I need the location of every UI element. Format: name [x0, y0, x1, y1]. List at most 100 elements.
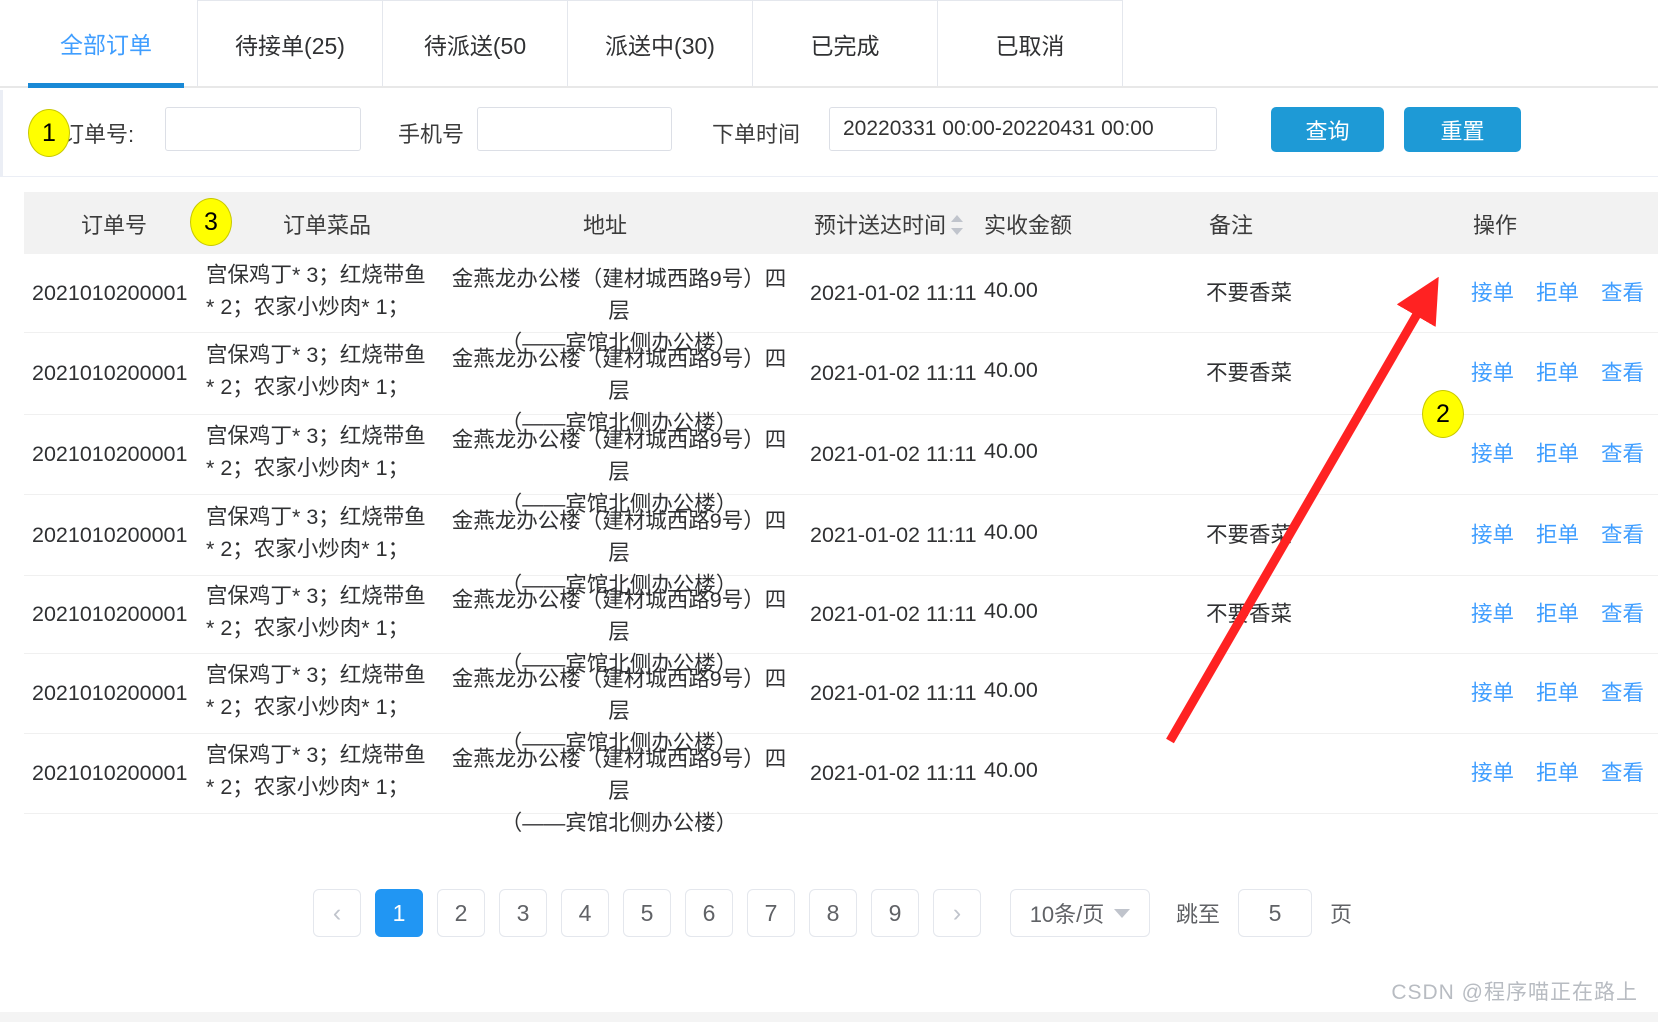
cell-eta: 2021-01-02 11:11 [810, 522, 977, 547]
cell-order-no: 2021010200001 [32, 361, 188, 385]
cell-amount: 40.00 [984, 599, 1038, 623]
reject-order-link[interactable]: 拒单 [1536, 523, 1579, 547]
annotation-badge-2: 2 [1422, 390, 1464, 438]
accept-order-link[interactable]: 接单 [1471, 681, 1514, 705]
tab-all-orders[interactable]: 全部订单 [14, 0, 198, 88]
cell-actions: 接单 拒单 查看 [1344, 519, 1644, 551]
cell-order-no: 2021010200001 [32, 761, 188, 785]
cell-actions: 接单 拒单 查看 [1344, 277, 1644, 309]
cell-remark: 不要香菜 [1205, 361, 1292, 385]
cell-remark: 不要香菜 [1205, 522, 1292, 547]
pagination-next-button[interactable]: › [932, 889, 981, 937]
cell-dishes: 宫保鸡丁* 3；红烧带鱼* 2；农家小炒肉* 1； [206, 584, 426, 640]
table-row: 2021010200001 宫保鸡丁* 3；红烧带鱼* 2；农家小炒肉* 1； 金燕… [24, 654, 1658, 755]
jump-to-unit: 页 [1330, 902, 1353, 927]
tab-label: 待派送(50 [423, 32, 527, 59]
sort-arrows-icon[interactable] [951, 214, 964, 236]
th-actions: 操作 [1473, 213, 1518, 238]
cell-amount: 40.00 [984, 358, 1038, 382]
order-no-input[interactable] [165, 107, 361, 151]
order-no-label: 订单号: [62, 122, 135, 147]
view-order-link[interactable]: 查看 [1601, 761, 1644, 785]
pagination-page-6[interactable]: 6 [684, 889, 733, 937]
view-order-link[interactable]: 查看 [1601, 602, 1644, 626]
table-row: 2021010200001 宫保鸡丁* 3；红烧带鱼* 2；农家小炒肉* 1； 金燕… [24, 415, 1658, 516]
pagination-page-9[interactable]: 9 [870, 889, 919, 937]
chevron-down-icon [1114, 908, 1131, 918]
tab-completed[interactable]: 已完成 [752, 0, 938, 86]
order-management-page: 全部订单 待接单(25) 待派送(50 派送中(30) 已完成 已取消 1 订单… [0, 0, 1658, 1022]
reject-order-link[interactable]: 拒单 [1536, 281, 1579, 305]
reject-order-link[interactable]: 拒单 [1536, 442, 1579, 466]
tab-delivering[interactable]: 派送中(30) [567, 0, 753, 86]
cell-order-no: 2021010200001 [32, 442, 188, 466]
cell-actions: 接单 拒单 查看 [1344, 357, 1644, 389]
cell-eta: 2021-01-02 11:11 [810, 681, 977, 705]
accept-order-link[interactable]: 接单 [1471, 442, 1514, 466]
tab-pending-dispatch[interactable]: 待派送(50 [382, 0, 568, 86]
accept-order-link[interactable]: 接单 [1471, 281, 1514, 305]
th-dishes: 订单菜品 [283, 213, 372, 238]
tab-label: 待接单(25) [235, 32, 345, 59]
pagination-page-5[interactable]: 5 [622, 889, 671, 937]
tab-pending-accept[interactable]: 待接单(25) [197, 0, 383, 86]
address-line-1: 金燕龙办公楼（建材城西路9号）四层 [451, 508, 787, 565]
accept-order-link[interactable]: 接单 [1471, 361, 1514, 385]
tab-label: 已取消 [995, 32, 1065, 59]
cell-dishes: 宫保鸡丁* 3；红烧带鱼* 2；农家小炒肉* 1； [206, 262, 426, 319]
cell-remark: 不要香菜 [1205, 602, 1292, 626]
query-button[interactable]: 查询 [1271, 107, 1384, 152]
cell-order-no: 2021010200001 [32, 602, 188, 626]
page-size-label: 10条/页 [1029, 902, 1105, 927]
cell-actions: 接单 拒单 查看 [1344, 677, 1644, 709]
reject-order-link[interactable]: 拒单 [1536, 681, 1579, 705]
view-order-link[interactable]: 查看 [1601, 681, 1644, 705]
jump-to-label: 跳至 [1175, 902, 1220, 927]
tab-cancelled[interactable]: 已取消 [937, 0, 1123, 86]
view-order-link[interactable]: 查看 [1601, 361, 1644, 385]
pagination-page-4[interactable]: 4 [560, 889, 609, 937]
order-time-label: 下单时间 [712, 122, 801, 147]
annotation-badge-1: 1 [28, 109, 70, 157]
table-row: 2021010200001 宫保鸡丁* 3；红烧带鱼* 2；农家小炒肉* 1； 金燕… [24, 734, 1658, 835]
th-amount: 实收金额 [984, 213, 1073, 238]
pagination-page-1[interactable]: 1 [374, 889, 423, 937]
jump-to-input[interactable] [1238, 889, 1312, 937]
bottom-strip [0, 1012, 1658, 1022]
phone-input[interactable] [477, 107, 672, 151]
address-line-1: 金燕龙办公楼（建材城西路9号）四层 [451, 266, 787, 323]
accept-order-link[interactable]: 接单 [1471, 602, 1514, 626]
th-eta[interactable]: 预计送达时间 [814, 208, 964, 240]
table-row: 2021010200001 宫保鸡丁* 3；红烧带鱼* 2；农家小炒肉* 1； 金燕… [24, 254, 1658, 355]
pagination-prev-button[interactable]: ‹ [312, 889, 361, 937]
pagination-page-8[interactable]: 8 [808, 889, 857, 937]
cell-dishes: 宫保鸡丁* 3；红烧带鱼* 2；农家小炒肉* 1； [206, 424, 426, 480]
cell-amount: 40.00 [984, 519, 1038, 544]
reject-order-link[interactable]: 拒单 [1536, 761, 1579, 785]
pagination-page-7[interactable]: 7 [746, 889, 795, 937]
view-order-link[interactable]: 查看 [1601, 442, 1644, 466]
order-time-range-input[interactable] [829, 107, 1217, 151]
accept-order-link[interactable]: 接单 [1471, 523, 1514, 547]
cell-actions: 接单 拒单 查看 [1344, 757, 1644, 789]
pagination-page-3[interactable]: 3 [498, 889, 547, 937]
view-order-link[interactable]: 查看 [1601, 523, 1644, 547]
table-row: 2021010200001 宫保鸡丁* 3；红烧带鱼* 2；农家小炒肉* 1； 金燕… [24, 495, 1658, 597]
cell-order-no: 2021010200001 [32, 681, 188, 705]
view-order-link[interactable]: 查看 [1601, 281, 1644, 305]
reject-order-link[interactable]: 拒单 [1536, 602, 1579, 626]
address-line-1: 金燕龙办公楼（建材城西路9号）四层 [451, 347, 787, 403]
reject-order-link[interactable]: 拒单 [1536, 361, 1579, 385]
cell-actions: 接单 拒单 查看 [1344, 438, 1644, 470]
cell-order-no: 2021010200001 [32, 280, 188, 305]
order-status-tabs: 全部订单 待接单(25) 待派送(50 派送中(30) 已完成 已取消 [0, 0, 1658, 88]
tab-label: 已完成 [810, 32, 880, 59]
phone-label: 手机号 [398, 122, 465, 147]
reset-button[interactable]: 重置 [1404, 107, 1521, 152]
pagination-page-2[interactable]: 2 [436, 889, 485, 937]
cell-dishes: 宫保鸡丁* 3；红烧带鱼* 2；农家小炒肉* 1； [206, 504, 426, 561]
accept-order-link[interactable]: 接单 [1471, 761, 1514, 785]
cell-amount: 40.00 [984, 678, 1038, 702]
cell-remark: 不要香菜 [1205, 280, 1292, 305]
page-size-select[interactable]: 10条/页 [1009, 889, 1150, 937]
